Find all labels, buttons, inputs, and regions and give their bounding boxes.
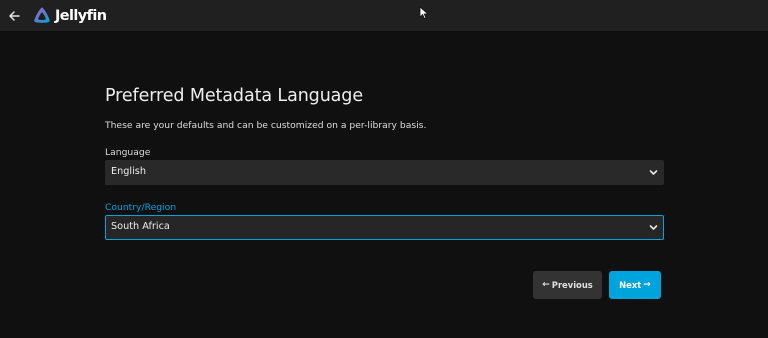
country-region-select-value: South Africa — [111, 221, 170, 232]
next-button-label: Next — [619, 280, 642, 290]
language-select[interactable]: English — [105, 160, 664, 185]
mouse-cursor-icon — [419, 6, 429, 20]
page-title: Preferred Metadata Language — [105, 86, 363, 106]
jellyfin-logo-icon — [34, 7, 50, 23]
chevron-down-icon — [649, 225, 658, 230]
language-select-value: English — [111, 166, 146, 177]
next-button[interactable]: Next → — [609, 271, 661, 299]
page-description: These are your defaults and can be custo… — [105, 120, 427, 131]
previous-button-label: Previous — [551, 280, 593, 290]
top-bar: Jellyfin — [0, 0, 768, 31]
app-logo[interactable]: Jellyfin — [32, 6, 107, 26]
arrow-left-icon: ← — [542, 280, 550, 290]
chevron-down-icon — [649, 170, 658, 175]
back-arrow-icon — [9, 10, 20, 21]
app-name: Jellyfin — [55, 7, 107, 24]
arrow-right-icon: → — [643, 280, 651, 290]
previous-button[interactable]: ← Previous — [533, 271, 602, 299]
country-region-select[interactable]: South Africa — [105, 215, 664, 240]
metadata-language-form: Preferred Metadata Language These are yo… — [105, 84, 664, 299]
language-label: Language — [105, 147, 151, 158]
back-button[interactable] — [2, 4, 26, 28]
country-region-label: Country/Region — [105, 202, 177, 213]
